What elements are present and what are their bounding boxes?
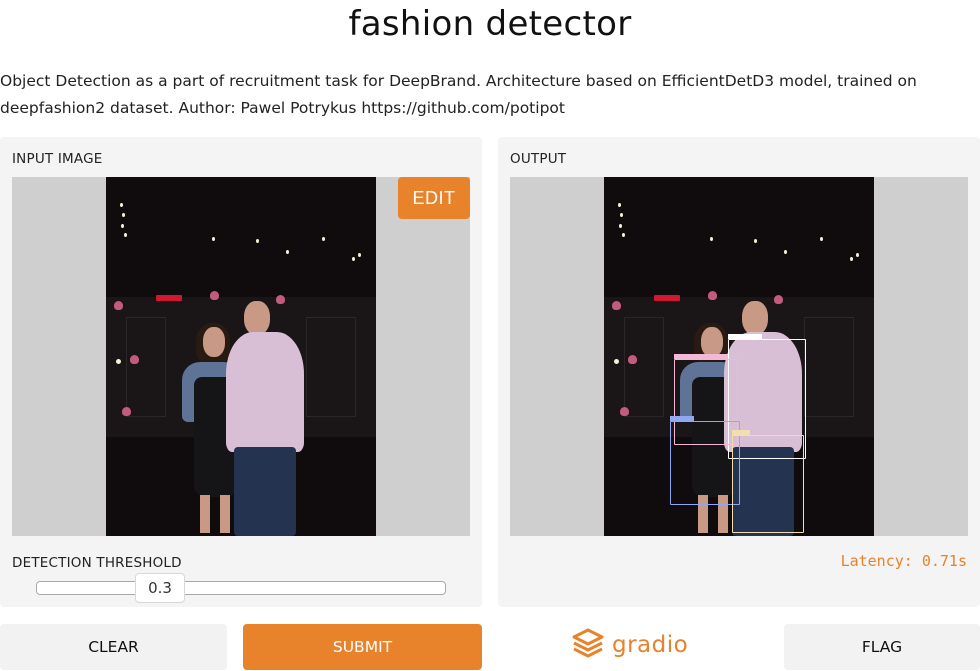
threshold-slider-track[interactable]: [36, 581, 446, 595]
man-jeans: [234, 447, 296, 536]
neon-sign: [654, 295, 680, 301]
detection-tag-dress: [670, 416, 694, 421]
input-image-label: INPUT IMAGE: [12, 151, 103, 167]
submit-button[interactable]: SUBMIT: [243, 624, 482, 670]
flag-button[interactable]: FLAG: [784, 624, 980, 670]
wall-decoration: [276, 295, 285, 304]
page-title: fashion detector: [348, 4, 632, 44]
lamp-light: [116, 359, 121, 364]
detection-tag-shirt: [728, 334, 762, 339]
man-shirt: [226, 332, 304, 452]
window-frame: [804, 317, 854, 417]
wall-decoration: [620, 407, 629, 416]
string-light: [121, 224, 124, 228]
woman-leg: [220, 495, 230, 533]
detection-box-dress: [670, 421, 740, 505]
threshold-label: DETECTION THRESHOLD: [12, 555, 182, 571]
wall-decoration: [210, 291, 219, 300]
string-light: [256, 239, 259, 243]
string-light: [286, 250, 289, 254]
output-label: OUTPUT: [510, 151, 567, 167]
window-frame: [624, 317, 664, 417]
window-frame: [126, 317, 166, 417]
wall-decoration: [612, 301, 621, 310]
input-photo: [106, 177, 376, 536]
detection-tag-top: [674, 354, 728, 359]
woman-leg: [200, 495, 210, 533]
wall-decoration: [708, 291, 717, 300]
string-light: [618, 203, 621, 207]
woman-face: [701, 327, 723, 357]
neon-sign: [156, 295, 182, 301]
gradio-logo[interactable]: gradio: [572, 628, 688, 662]
wall-decoration: [628, 355, 637, 364]
detection-tag-trousers: [732, 430, 750, 435]
string-light: [850, 257, 853, 261]
page-description: Object Detection as a part of recruitmen…: [0, 72, 917, 117]
string-light: [820, 237, 823, 241]
output-image: [510, 177, 968, 536]
threshold-slider-handle[interactable]: 0.3: [135, 573, 185, 603]
gradio-logo-text: gradio: [612, 632, 689, 658]
man-face: [742, 301, 768, 335]
string-light: [352, 257, 355, 261]
string-light: [710, 237, 713, 241]
string-light: [620, 213, 623, 217]
edit-button[interactable]: EDIT: [398, 177, 470, 219]
woman-face: [203, 327, 225, 357]
string-light: [754, 239, 757, 243]
latency-readout: Latency: 0.71s: [840, 552, 967, 570]
lamp-light: [614, 359, 619, 364]
string-light: [124, 233, 127, 237]
wall-decoration: [114, 301, 123, 310]
wall-decoration: [130, 355, 139, 364]
detection-box-trousers: [732, 435, 804, 533]
wall-decoration: [774, 295, 783, 304]
gradio-logo-icon: [572, 628, 604, 662]
string-light: [122, 213, 125, 217]
man-face: [244, 301, 270, 335]
string-light: [120, 203, 123, 207]
clear-button[interactable]: CLEAR: [0, 624, 227, 670]
window-frame: [306, 317, 356, 417]
string-light: [856, 253, 859, 257]
output-photo: [604, 177, 874, 536]
input-image-dropzone[interactable]: [12, 177, 470, 536]
string-light: [622, 233, 625, 237]
string-light: [322, 237, 325, 241]
string-light: [212, 237, 215, 241]
string-light: [619, 224, 622, 228]
string-light: [358, 253, 361, 257]
wall-decoration: [122, 407, 131, 416]
string-light: [784, 250, 787, 254]
